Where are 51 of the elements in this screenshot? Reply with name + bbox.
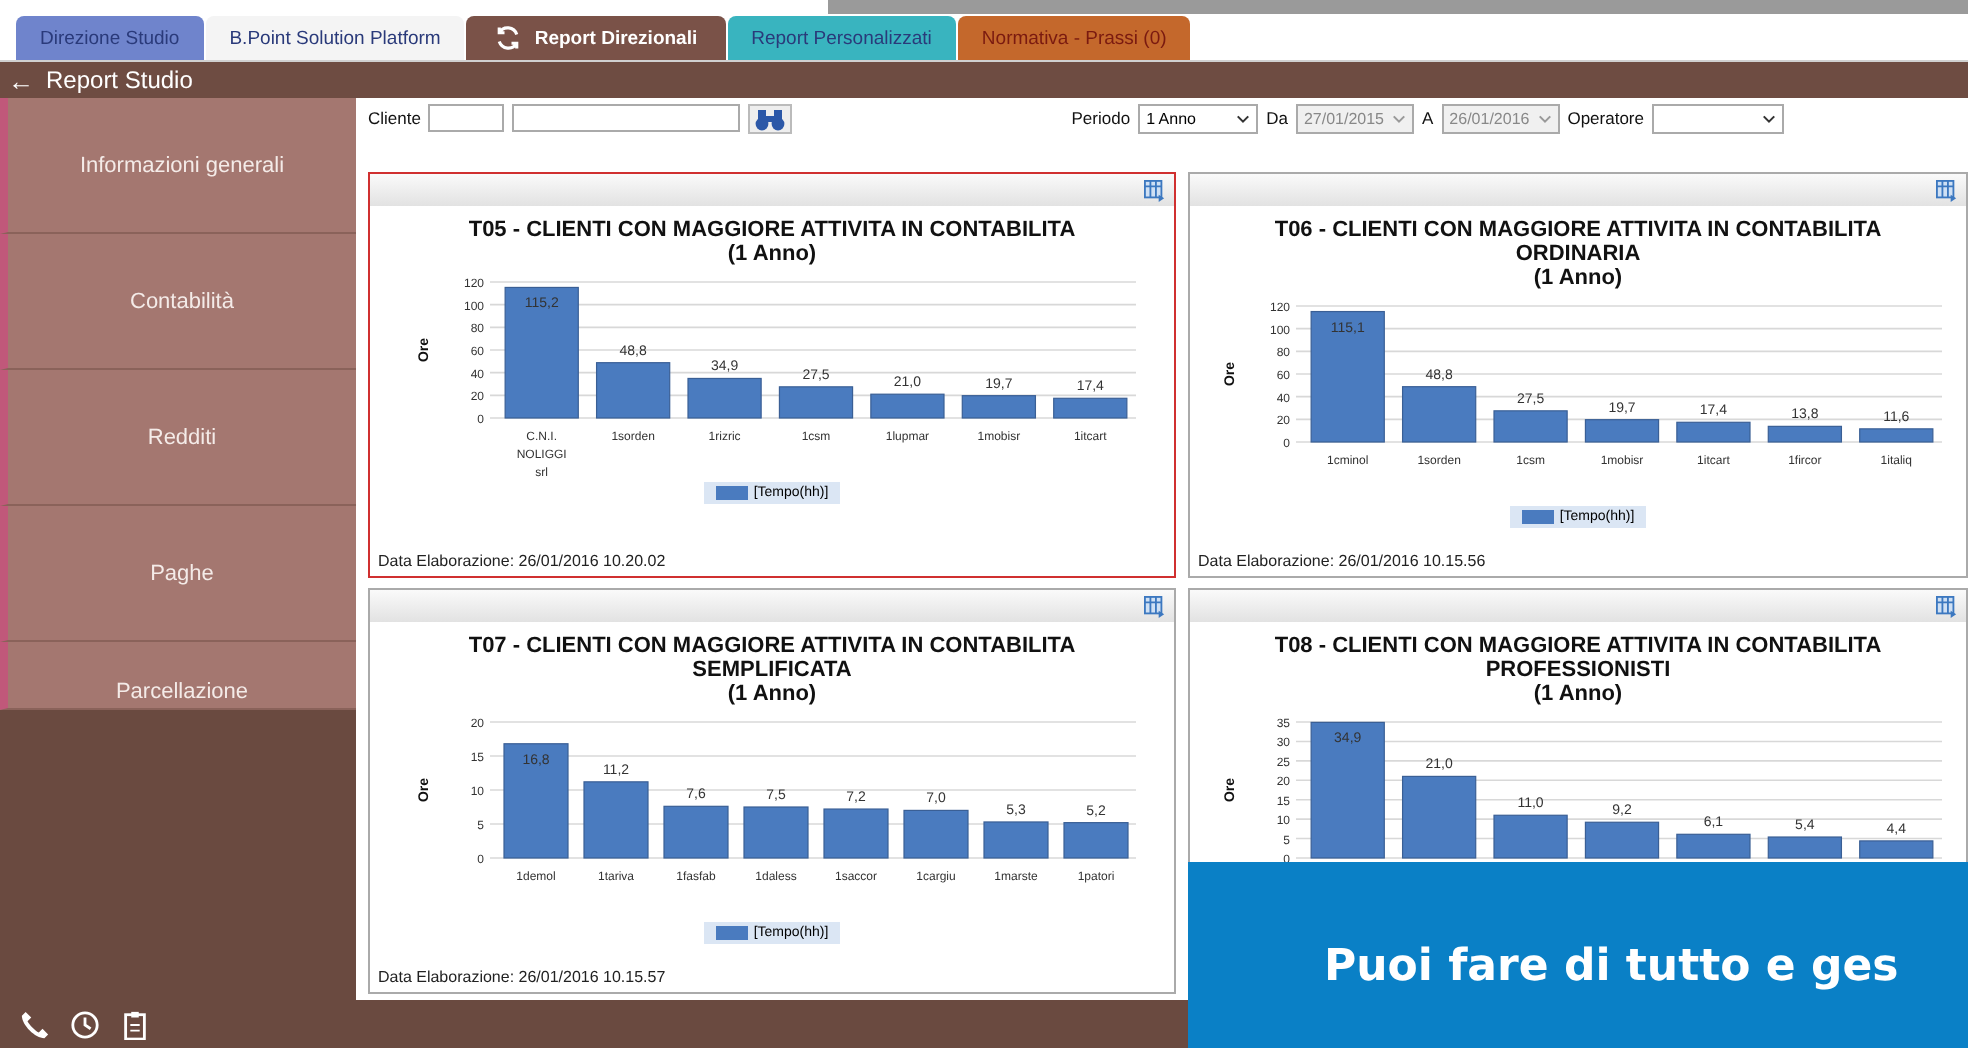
- da-label: Da: [1266, 106, 1288, 128]
- phone-icon[interactable]: [20, 1009, 50, 1039]
- clock-icon[interactable]: [70, 1009, 100, 1039]
- legend-swatch: [1521, 510, 1554, 524]
- chart-period: (1 Anno): [727, 682, 817, 706]
- export-icon[interactable]: [1936, 595, 1958, 617]
- page-title: Report Studio: [46, 66, 193, 94]
- elaboration-date: Data Elaborazione: 26/01/2016 10.15.56: [1198, 552, 1486, 570]
- chevron-down-icon: [1762, 114, 1776, 124]
- cliente-label: Cliente: [368, 106, 421, 128]
- start-date-field[interactable]: 27/01/2015: [1295, 104, 1414, 134]
- end-date-field[interactable]: 26/01/2016: [1441, 104, 1560, 134]
- clipboard-icon[interactable]: [120, 1009, 150, 1039]
- tab[interactable]: Normativa - Prassi (0): [957, 16, 1191, 60]
- export-icon[interactable]: [1144, 595, 1166, 617]
- legend-swatch: [715, 486, 748, 500]
- client-name-field[interactable]: [512, 104, 741, 132]
- chart-title: T08 - CLIENTI CON MAGGIORE ATTIVITA IN CONTABILITA PROFESSIONISTI: [1272, 634, 1884, 682]
- sidebar-item[interactable]: Redditi: [0, 370, 356, 506]
- export-icon[interactable]: [1936, 179, 1958, 201]
- sidebar-item[interactable]: Parcellazione: [0, 642, 356, 710]
- search-button[interactable]: [748, 104, 793, 134]
- sidebar-item[interactable]: Contabilità: [0, 234, 356, 370]
- back-arrow-button[interactable]: ←: [8, 67, 34, 93]
- legend-swatch: [715, 926, 748, 940]
- refresh-icon: [494, 24, 523, 52]
- a-label: A: [1422, 106, 1434, 128]
- tab[interactable]: B.Point Solution Platform: [205, 16, 465, 60]
- elaboration-date: Data Elaborazione: 26/01/2016 10.15.57: [378, 968, 666, 986]
- periodo-label: Periodo: [1071, 106, 1131, 128]
- chart-title: T05 - CLIENTI CON MAGGIORE ATTIVITA IN CONTABILITA: [468, 218, 1076, 242]
- client-code-field[interactable]: [428, 104, 505, 132]
- chevron-down-icon: [1537, 114, 1552, 124]
- banner-headline: Puoi fare di tutto e ges: [1324, 942, 1899, 992]
- tab[interactable]: Report Direzionali: [466, 16, 726, 60]
- chart-title: T07 - CLIENTI CON MAGGIORE ATTIVITA IN CONTABILITA SEMPLIFICATA: [466, 634, 1078, 682]
- export-icon[interactable]: [1144, 179, 1166, 201]
- sidebar-item[interactable]: Paghe: [0, 506, 356, 642]
- chart-period: (1 Anno): [1533, 266, 1623, 290]
- sidebar-item[interactable]: Informazioni generali: [0, 98, 356, 234]
- operatore-label: Operatore: [1567, 106, 1644, 128]
- period-dropdown[interactable]: 1 Anno: [1138, 104, 1259, 134]
- chart-period: (1 Anno): [727, 242, 817, 266]
- chart-title: T06 - CLIENTI CON MAGGIORE ATTIVITA IN CONTABILITA ORDINARIA: [1272, 218, 1884, 266]
- tab[interactable]: Report Personalizzati: [727, 16, 956, 60]
- tab[interactable]: Direzione Studio: [16, 16, 204, 60]
- elaboration-date: Data Elaborazione: 26/01/2016 10.20.02: [378, 552, 666, 570]
- chevron-down-icon: [1392, 114, 1406, 124]
- chart-period: (1 Anno): [1533, 682, 1623, 706]
- operator-dropdown[interactable]: [1652, 104, 1784, 134]
- chevron-down-icon: [1236, 114, 1251, 124]
